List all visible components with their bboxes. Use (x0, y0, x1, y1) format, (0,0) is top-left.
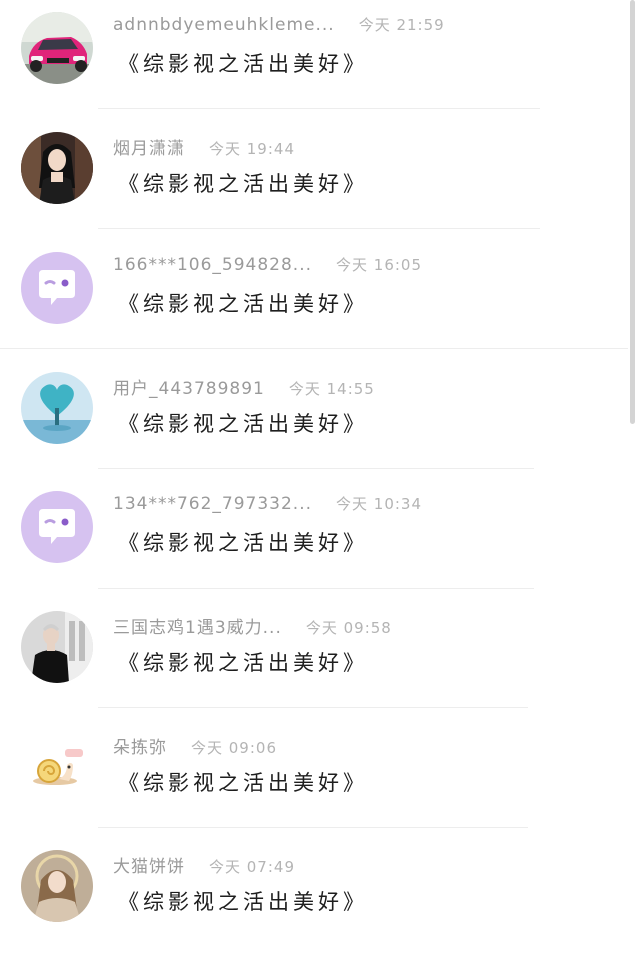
comment-item[interactable]: 用户_443789891 今天 14:55 《综影视之活出美好》 (0, 372, 628, 491)
comment-meta: 大猫饼饼 今天 07:49 (113, 852, 295, 880)
divider (98, 707, 528, 708)
comment-meta: 134***762_797332... 今天 10:34 (113, 493, 422, 521)
divider (98, 228, 540, 229)
timestamp: 今天 07:49 (209, 858, 295, 876)
comment-meta: adnnbdyemeuhkleme... 今天 21:59 (113, 14, 445, 42)
username[interactable]: adnnbdyemeuhkleme... (113, 15, 335, 35)
username[interactable]: 用户_443789891 (113, 379, 265, 399)
angel-portrait-avatar[interactable] (21, 850, 93, 922)
comment-meta: 用户_443789891 今天 14:55 (113, 374, 375, 402)
comment-meta: 烟月潇潇 今天 19:44 (113, 134, 295, 162)
divider (0, 348, 628, 349)
timestamp: 今天 09:58 (305, 619, 392, 637)
comment-list: adnnbdyemeuhkleme... 今天 21:59 《综影视之活出美好》 … (0, 0, 640, 936)
comment-meta: 三国志鸡1遇3威力... 今天 09:58 (113, 613, 392, 641)
woman-portrait-avatar[interactable] (21, 132, 93, 204)
divider (98, 108, 540, 109)
comment-item[interactable]: 烟月潇潇 今天 19:44 《综影视之活出美好》 (0, 132, 628, 251)
comment-item[interactable]: 134***762_797332... 今天 10:34 《综影视之活出美好》 (0, 491, 628, 610)
comment-meta: 166***106_594828... 今天 16:05 (113, 254, 422, 282)
timestamp: 今天 09:06 (191, 739, 277, 757)
username[interactable]: 134***762_797332... (113, 494, 312, 514)
comment-item[interactable]: 大猫饼饼 今天 07:49 《综影视之活出美好》 (0, 850, 628, 969)
pink-car-photo-avatar[interactable] (21, 12, 93, 84)
comment-text: 《综影视之活出美好》 (118, 771, 368, 795)
default-chat-bubble-avatar[interactable] (21, 491, 93, 563)
timestamp: 今天 16:05 (336, 256, 423, 274)
comment-item[interactable]: 166***106_594828... 今天 16:05 《综影视之活出美好》 (0, 252, 628, 371)
comment-text: 《综影视之活出美好》 (118, 52, 368, 76)
comment-item[interactable]: 朵拣弥 今天 09:06 《综影视之活出美好》 (0, 731, 628, 850)
username[interactable]: 朵拣弥 (113, 738, 167, 758)
comment-meta: 朵拣弥 今天 09:06 (113, 733, 277, 761)
default-chat-bubble-avatar[interactable] (21, 252, 93, 324)
divider (98, 468, 534, 469)
username[interactable]: 大猫饼饼 (113, 857, 185, 877)
comment-text: 《综影视之活出美好》 (118, 651, 368, 675)
username[interactable]: 166***106_594828... (113, 255, 312, 275)
username[interactable]: 三国志鸡1遇3威力... (113, 618, 282, 638)
timestamp: 今天 21:59 (358, 16, 445, 34)
comment-item[interactable]: 三国志鸡1遇3威力... 今天 09:58 《综影视之活出美好》 (0, 611, 628, 730)
man-photo-avatar[interactable] (21, 611, 93, 683)
comment-item[interactable]: adnnbdyemeuhkleme... 今天 21:59 《综影视之活出美好》 (0, 12, 628, 131)
timestamp: 今天 14:55 (288, 380, 375, 398)
comment-text: 《综影视之活出美好》 (118, 292, 368, 316)
comment-text: 《综影视之活出美好》 (118, 172, 368, 196)
timestamp: 今天 19:44 (209, 140, 295, 158)
timestamp: 今天 10:34 (336, 495, 423, 513)
divider (98, 827, 528, 828)
divider (98, 588, 534, 589)
scrollbar[interactable] (630, 0, 635, 424)
comment-text: 《综影视之活出美好》 (118, 531, 368, 555)
comment-text: 《综影视之活出美好》 (118, 890, 368, 914)
snail-sticker-avatar[interactable] (21, 731, 93, 803)
username[interactable]: 烟月潇潇 (113, 139, 185, 159)
heart-tree-avatar[interactable] (21, 372, 93, 444)
comment-text: 《综影视之活出美好》 (118, 412, 368, 436)
